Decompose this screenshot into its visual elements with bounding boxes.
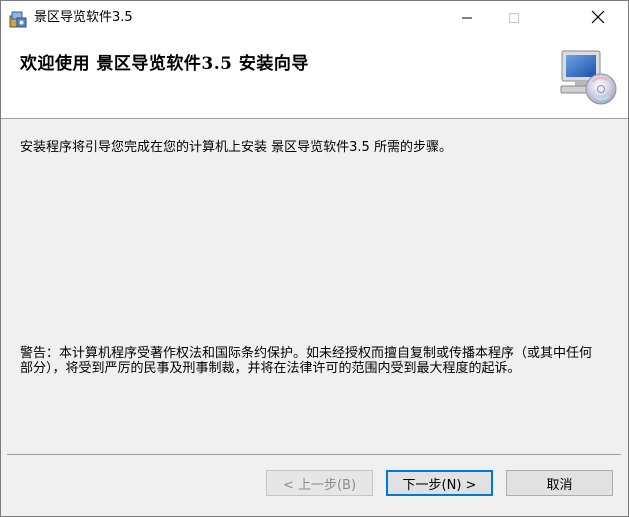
maximize-button bbox=[491, 1, 537, 35]
footer-divider bbox=[7, 454, 621, 455]
minimize-icon bbox=[461, 9, 473, 28]
close-button[interactable] bbox=[575, 1, 621, 35]
close-icon bbox=[591, 9, 605, 28]
page-title: 欢迎使用 景区导览软件3.5 安装向导 bbox=[20, 54, 309, 74]
computer-disc-icon bbox=[557, 47, 621, 107]
cancel-button[interactable]: 取消 bbox=[506, 470, 613, 496]
title-bar: 景区导览软件3.5 bbox=[1, 1, 628, 35]
next-button[interactable]: 下一步(N) > bbox=[386, 470, 493, 496]
maximize-icon bbox=[508, 9, 520, 28]
installer-package-icon bbox=[8, 9, 28, 29]
copyright-warning: 警告：本计算机程序受著作权法和国际条约保护。如未经授权而擅自复制或传播本程序（或… bbox=[20, 346, 593, 376]
window-title: 景区导览软件3.5 bbox=[34, 10, 133, 25]
intro-text: 安装程序将引导您完成在您的计算机上安装 景区导览软件3.5 所需的步骤。 bbox=[20, 140, 452, 155]
minimize-button[interactable] bbox=[444, 1, 490, 35]
wizard-header: 欢迎使用 景区导览软件3.5 安装向导 bbox=[1, 35, 628, 119]
back-button: < 上一步(B) bbox=[266, 470, 373, 496]
installer-window: 景区导览软件3.5 欢迎使用 景区导览软件3.5 安装向导 安装程序将引导您完成… bbox=[0, 0, 629, 517]
wizard-content: 安装程序将引导您完成在您的计算机上安装 景区导览软件3.5 所需的步骤。 警告：… bbox=[1, 119, 628, 453]
